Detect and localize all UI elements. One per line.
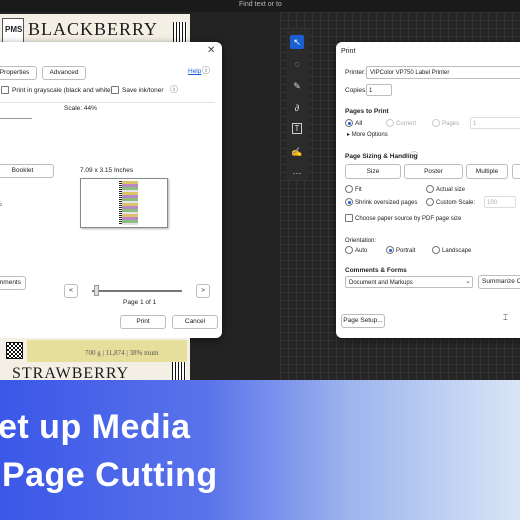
lasso-icon[interactable]: ∂ — [290, 101, 304, 115]
cancel-button[interactable]: Cancel — [172, 315, 218, 329]
booklet-button-partial[interactable] — [512, 164, 520, 179]
current-radio[interactable] — [386, 119, 394, 127]
grayscale-label: Print in grayscale (black and white) — [12, 87, 113, 94]
text-box-icon[interactable]: T — [292, 123, 302, 134]
advanced-button[interactable]: Advanced — [42, 66, 86, 80]
printer-select[interactable]: VIPColor VP750 Label Printer ⌄ — [366, 66, 520, 79]
percent-fragment: % — [0, 201, 2, 209]
page-slider-track[interactable] — [92, 290, 182, 292]
pages-to-print-heading: Pages to Print — [345, 108, 389, 115]
help-icon[interactable]: ⓘ — [202, 67, 210, 75]
save-ink-label: Save ink/toner — [122, 87, 164, 94]
find-text-field[interactable]: Find text or to — [239, 1, 282, 8]
comments-button[interactable]: mments — [0, 276, 26, 290]
label-qr-code — [6, 342, 23, 359]
prev-page-button[interactable]: < — [64, 284, 78, 298]
page-indicator: Page 1 of 1 — [123, 299, 157, 306]
signature-icon[interactable]: ✍ — [290, 145, 304, 159]
actual-size-label: Actual size — [436, 187, 466, 193]
comments-chevron-icon: ⌄ — [465, 278, 471, 285]
custom-scale-input[interactable]: 100 — [484, 196, 516, 208]
custom-scale-label: Custom Scale: — [436, 200, 476, 206]
landscape-label: Landscape — [442, 248, 472, 254]
custom-scale-radio[interactable] — [426, 198, 434, 206]
divider — [0, 102, 215, 103]
print-dialog-right: Print Printer: VIPColor VP750 Label Prin… — [336, 42, 520, 338]
pages-radio[interactable] — [432, 119, 440, 127]
landscape-radio[interactable] — [432, 246, 440, 254]
size-button[interactable]: Size — [345, 164, 401, 179]
label-brand-top: BLACKBERRY — [28, 19, 159, 39]
pen-icon[interactable]: ✎ — [290, 79, 304, 93]
all-label: All — [355, 120, 363, 127]
choose-source-label: Choose paper source by PDF page size — [355, 216, 462, 222]
help-link[interactable]: Help — [188, 68, 201, 76]
auto-radio[interactable] — [345, 246, 353, 254]
more-options-toggle[interactable]: ▸ More Options — [347, 132, 388, 138]
preview-label-strip — [120, 181, 138, 225]
summarize-button[interactable]: Summarize Co — [478, 275, 520, 289]
preview-barcode — [119, 181, 122, 225]
sizing-info-icon: ⓘ — [410, 151, 418, 160]
all-radio[interactable] — [345, 119, 353, 127]
save-ink-checkbox[interactable] — [111, 86, 119, 94]
title-banner — [0, 380, 520, 520]
shrink-label: Shrink oversized pages — [355, 200, 418, 206]
multiple-button[interactable]: Multiple — [466, 164, 508, 179]
scale-label: Scale: 44% — [64, 105, 97, 112]
comments-select[interactable]: Document and Markups ⌄ — [345, 276, 473, 288]
printer-value: VIPColor VP750 Label Printer — [370, 70, 450, 76]
portrait-label: Portrait — [396, 248, 416, 254]
properties-button[interactable]: Properties — [0, 66, 37, 80]
print-button[interactable]: Print — [120, 315, 166, 329]
pages-input[interactable]: 1 — [470, 117, 520, 129]
label-barcode-top — [173, 22, 187, 42]
print-dialog-left: ✕ Properties Advanced Help ⓘ Print in gr… — [0, 42, 222, 338]
banner-line-1: et up Media — [0, 408, 191, 446]
mouse-cursor-icon: ⌶ — [503, 313, 508, 322]
next-page-button[interactable]: > — [196, 284, 210, 298]
label-barcode-bottom — [172, 362, 186, 380]
printer-label: Printer: — [345, 69, 366, 76]
label-side-text: PMS — [5, 25, 23, 34]
grayscale-checkbox[interactable] — [1, 86, 9, 94]
booklet-button[interactable]: Booklet — [0, 164, 54, 178]
comment-icon[interactable]: ◌ — [290, 57, 304, 71]
custom-scale-value: 100 — [487, 200, 498, 206]
label-price-line: 700 g | 11,874 | 38% mum — [85, 349, 159, 357]
select-cursor-icon[interactable]: ↖ — [290, 35, 304, 49]
screen: Find text or to PMS BLACKBERRY ✕ Propert… — [0, 0, 520, 520]
more-options-label: More Options — [351, 132, 388, 138]
info-icon: ⓘ — [170, 85, 178, 94]
pages-label: Pages — [442, 121, 460, 127]
copies-input[interactable]: 1 — [366, 84, 392, 96]
copies-value: 1 — [369, 88, 373, 94]
actual-size-radio[interactable] — [426, 185, 434, 193]
poster-button[interactable]: Poster — [404, 164, 463, 179]
dialog-title: Print — [341, 48, 356, 55]
page-preview — [80, 178, 168, 228]
orientation-heading: Orientation: — [345, 238, 377, 244]
pages-value: 1 — [473, 121, 477, 127]
page-size-label: 7.09 x 3.15 Inches — [80, 167, 134, 174]
current-label: Current — [396, 121, 417, 127]
left-field-line — [0, 118, 32, 119]
fit-radio[interactable] — [345, 185, 353, 193]
comments-heading: Comments & Forms — [345, 267, 407, 274]
close-icon[interactable]: ✕ — [207, 46, 215, 56]
page-setup-button[interactable]: Page Setup... — [341, 314, 385, 328]
copies-label: Copies: — [345, 87, 368, 94]
comments-value: Document and Markups — [349, 280, 413, 286]
banner-line-2: Page Cutting — [0, 456, 218, 494]
page-slider-thumb[interactable] — [94, 285, 99, 296]
auto-label: Auto — [355, 248, 368, 254]
portrait-radio[interactable] — [386, 246, 394, 254]
fit-label: Fit — [355, 187, 362, 193]
shrink-radio[interactable] — [345, 198, 353, 206]
more-icon[interactable]: ⋯ — [290, 166, 304, 180]
choose-source-checkbox[interactable] — [345, 214, 353, 222]
sizing-heading: Page Sizing & Handling — [345, 153, 418, 160]
